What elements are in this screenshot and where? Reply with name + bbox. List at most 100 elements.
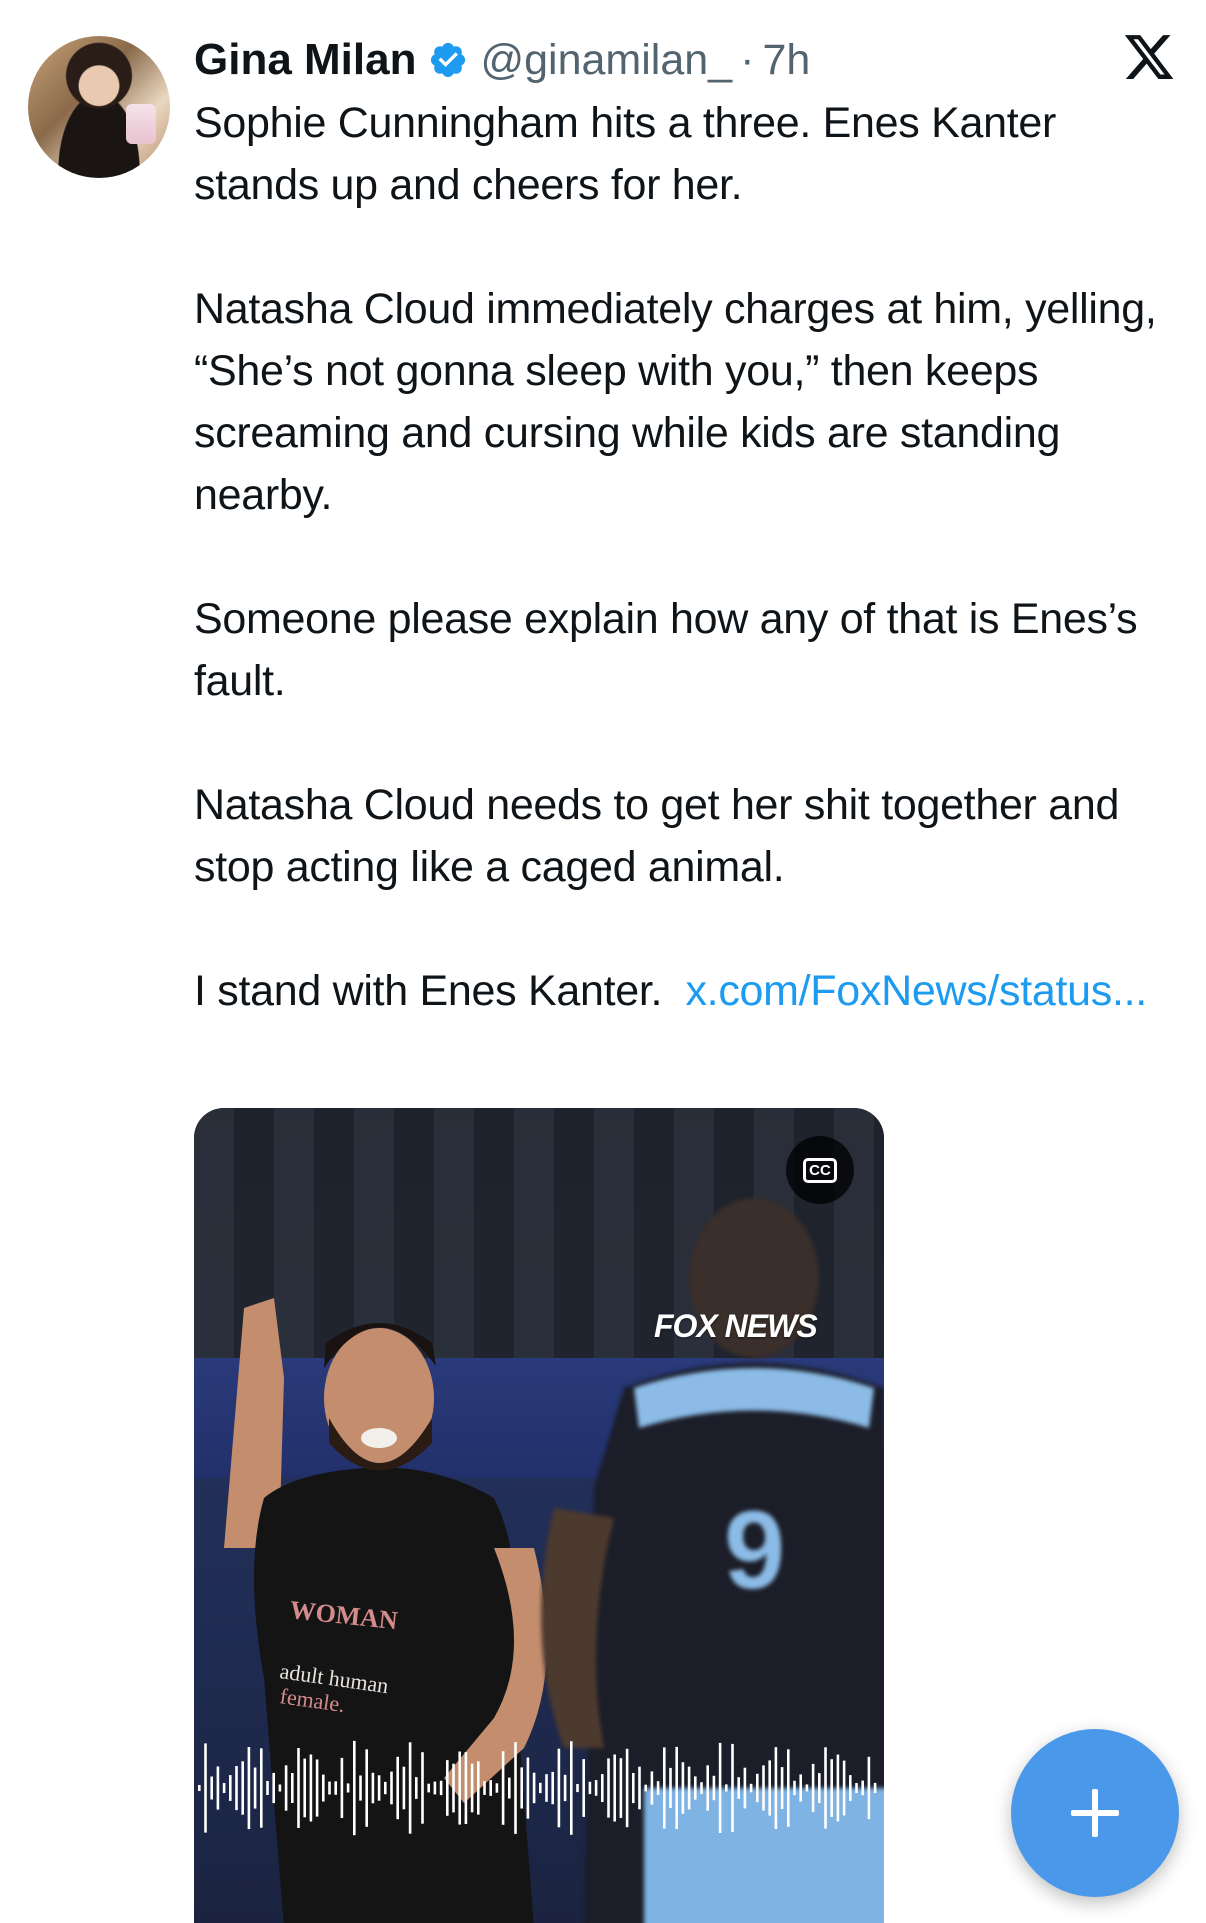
waveform-bar xyxy=(718,1742,722,1833)
waveform-bar xyxy=(811,1763,815,1813)
waveform-bar xyxy=(539,1782,542,1794)
waveform-bar xyxy=(824,1747,827,1829)
waveform-bar xyxy=(842,1760,846,1816)
waveform-bar xyxy=(198,1785,201,1791)
waveform-bar xyxy=(836,1754,840,1822)
waveform-bar xyxy=(396,1756,399,1820)
waveform-bar xyxy=(260,1748,263,1828)
waveform-bar xyxy=(613,1754,616,1822)
waveform-bar xyxy=(222,1783,226,1793)
waveform-bar xyxy=(439,1780,443,1796)
waveform-bar xyxy=(247,1747,251,1830)
waveform-bar xyxy=(625,1748,629,1828)
waveform-bar xyxy=(749,1783,753,1793)
waveform-bar xyxy=(594,1780,598,1796)
waveform-bar xyxy=(601,1774,604,1802)
author-name[interactable]: Gina Milan xyxy=(194,35,416,85)
waveform-bar xyxy=(216,1766,220,1810)
waveform-bar xyxy=(669,1767,672,1809)
waveform-bar xyxy=(266,1781,269,1795)
waveform-bar xyxy=(762,1765,765,1811)
waveform-bar xyxy=(253,1767,257,1809)
waveform-bar xyxy=(526,1757,530,1819)
avatar[interactable] xyxy=(28,36,170,178)
waveform-bar xyxy=(229,1775,232,1801)
waveform-bar xyxy=(365,1749,368,1827)
waveform-bar xyxy=(501,1751,505,1825)
avatar-photo-detail xyxy=(126,104,156,144)
waveform-bar xyxy=(241,1761,244,1815)
waveform-bar xyxy=(743,1767,747,1809)
waveform-bar xyxy=(780,1767,784,1809)
tweet-paragraph: Sophie Cunningham hits a three. Enes Kan… xyxy=(194,99,1056,209)
waveform-bar xyxy=(470,1763,474,1813)
waveform-bar xyxy=(464,1752,468,1824)
tweet-text: Sophie Cunningham hits a three. Enes Kan… xyxy=(194,92,1174,1022)
waveform-bar xyxy=(867,1756,871,1820)
waveform-bar xyxy=(725,1784,728,1792)
waveform-bar xyxy=(477,1761,480,1815)
waveform-bar xyxy=(284,1765,288,1811)
waveform-bar xyxy=(452,1763,455,1813)
waveform-bar xyxy=(377,1775,381,1801)
waveform-bar xyxy=(768,1760,771,1816)
compose-button[interactable] xyxy=(1011,1729,1179,1897)
waveform-bar xyxy=(415,1777,418,1799)
waveform-bar xyxy=(694,1776,697,1800)
tweet-header: Gina Milan @ginamilan_ · 7h xyxy=(194,30,810,90)
tweet-paragraph-last: I stand with Enes Kanter. x.com/FoxNews/… xyxy=(194,960,1174,1022)
waveform-bar xyxy=(495,1783,499,1793)
waveform-bar xyxy=(805,1784,809,1792)
plus-icon xyxy=(1071,1789,1119,1837)
waveform-bar xyxy=(787,1749,790,1827)
timestamp[interactable]: 7h xyxy=(762,36,810,85)
waveform-bar xyxy=(309,1754,313,1822)
waveform-bar xyxy=(458,1751,461,1825)
waveform-bar xyxy=(340,1757,344,1818)
waveform-bar xyxy=(576,1784,579,1793)
waveform-bar xyxy=(328,1781,331,1795)
waveform-bar xyxy=(359,1775,362,1801)
waveform-bar xyxy=(644,1784,647,1792)
waveform-bar xyxy=(607,1758,610,1818)
waveform-bar xyxy=(582,1759,585,1817)
waveform-bar xyxy=(756,1773,759,1803)
waveform-bar xyxy=(737,1777,740,1799)
x-logo-icon[interactable] xyxy=(1122,30,1176,84)
waveform-bar xyxy=(303,1758,306,1818)
waveform-bar xyxy=(371,1772,375,1804)
waveform-bar xyxy=(712,1775,716,1801)
waveform-bar xyxy=(545,1774,548,1802)
waveform-bar xyxy=(278,1784,282,1792)
waveform-bar xyxy=(408,1742,412,1834)
waveform-bar xyxy=(297,1748,300,1828)
waveform-bar xyxy=(508,1777,511,1799)
waveform-bar xyxy=(421,1752,424,1824)
waveform-bar xyxy=(557,1748,561,1828)
waveform-bar xyxy=(632,1773,635,1804)
audio-waveform xyxy=(198,1740,877,1836)
tweet-link[interactable]: x.com/FoxNews/status... xyxy=(685,967,1147,1015)
waveform-bar xyxy=(433,1781,437,1795)
waveform-bar xyxy=(334,1781,337,1795)
waveform-bar xyxy=(353,1740,356,1836)
waveform-bar xyxy=(204,1743,207,1833)
waveform-bar xyxy=(619,1758,623,1818)
waveform-bar xyxy=(588,1781,592,1795)
waveform-bar xyxy=(427,1783,430,1793)
waveform-bar xyxy=(514,1742,517,1834)
waveform-bar xyxy=(210,1776,213,1800)
waveform-bar xyxy=(675,1746,678,1829)
verified-badge-icon xyxy=(431,42,466,78)
video-media[interactable]: WOMAN adult human female. 9 FOX NEWS CC xyxy=(194,1108,884,1923)
tweet-paragraph: Natasha Cloud needs to get her shit toge… xyxy=(194,781,1120,891)
waveform-bar xyxy=(532,1772,536,1804)
closed-captions-icon: CC xyxy=(803,1157,837,1183)
waveform-bar xyxy=(291,1773,294,1803)
author-handle[interactable]: @ginamilan_ xyxy=(480,36,732,85)
waveform-bar xyxy=(638,1766,641,1810)
waveform-bar xyxy=(861,1780,864,1796)
tweet: Gina Milan @ginamilan_ · 7h Sophie Cunni… xyxy=(0,0,1206,1923)
closed-captions-button[interactable]: CC xyxy=(786,1136,854,1204)
waveform-bar xyxy=(322,1774,325,1802)
